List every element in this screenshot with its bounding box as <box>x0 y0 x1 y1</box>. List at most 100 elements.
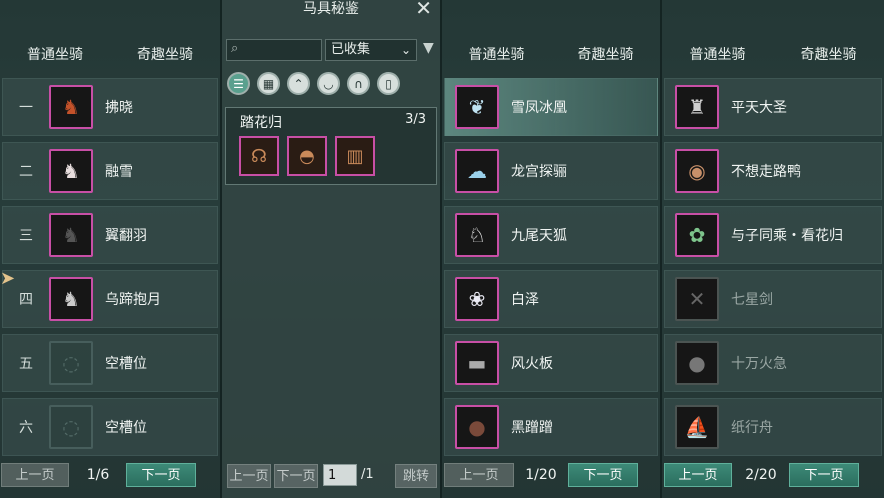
mount-name: 九尾天狐 <box>511 228 567 244</box>
leg-icon[interactable]: ▯ <box>377 72 400 95</box>
saddle-item-icon[interactable]: ◓ <box>287 136 327 176</box>
horse-black-icon: ♞ <box>49 213 93 257</box>
filter-value: 已收集 <box>331 42 371 57</box>
right2-tabs: 普通坐骑 奇趣坐骑 <box>662 38 884 72</box>
mount-name: 乌蹄抱月 <box>105 292 161 308</box>
gear-set-card[interactable]: 踏花归 3/3 ☊ ◓ ▥ <box>225 107 437 185</box>
search-input[interactable] <box>226 39 322 61</box>
collected-filter-select[interactable]: 已收集 ⌄ <box>325 39 417 61</box>
mount-row[interactable]: ✿ 与子同乘・看花归 <box>664 206 882 264</box>
slot-number: 一 <box>19 100 33 116</box>
filter-icon[interactable]: ▼ <box>423 40 434 56</box>
tab-fun-mounts[interactable]: 奇趣坐骑 <box>110 38 220 72</box>
left-mount-panel: 普通坐骑 奇趣坐骑 一 ♞ 拂晓二 ♞ 融雪三 ♞ 翼翻羽四 ♞ 乌蹄抱月五 ◌ 空槽位六 ◌ 空槽位 … <box>0 0 220 498</box>
mount-row[interactable]: 二 ♞ 融雪 <box>2 142 218 200</box>
slot-number: 二 <box>19 164 33 180</box>
mid-next-page-button[interactable]: 下一页 <box>274 464 318 488</box>
mount-row[interactable]: ✕ 七星剑 <box>664 270 882 328</box>
mount-row[interactable]: ◉ 不想走路鸭 <box>664 142 882 200</box>
mount-row[interactable]: ▬ 风火板 <box>444 334 658 392</box>
mount-row[interactable]: 六 ◌ 空槽位 <box>2 398 218 456</box>
mount-panel-page-1: 普通坐骑 奇趣坐骑 ❦ 雪凤冰凰 ☁ 龙宫探骊 ♘ 九尾天狐 ❀ 白泽 ▬ 风火板 ● 黑蹭蹭 上一页… <box>442 0 660 498</box>
mount-name: 黑蹭蹭 <box>511 420 553 436</box>
r1-next-page-button[interactable]: 下一页 <box>568 463 638 487</box>
mount-row[interactable]: ❦ 雪凤冰凰 <box>444 78 658 136</box>
mount-name: 翼翻羽 <box>105 228 147 244</box>
tab-normal-mounts[interactable]: 普通坐骑 <box>662 38 773 72</box>
mount-row[interactable]: ⛵ 纸行舟 <box>664 398 882 456</box>
stirrup-icon[interactable]: ∩ <box>347 72 370 95</box>
tab-fun-mounts[interactable]: 奇趣坐骑 <box>773 38 884 72</box>
search-icon: ⌕ <box>231 41 239 56</box>
slot-number: 六 <box>19 420 33 436</box>
leg-armor-icon[interactable]: ▥ <box>335 136 375 176</box>
tab-normal-mounts[interactable]: 普通坐骑 <box>0 38 110 72</box>
r2-prev-page-button[interactable]: 上一页 <box>664 463 732 487</box>
bridle-icon[interactable]: ☊ <box>239 136 279 176</box>
right1-tabs: 普通坐骑 奇趣坐骑 <box>442 38 660 72</box>
left-page-info: 1/6 <box>86 467 110 483</box>
mount-name: 雪凤冰凰 <box>511 100 567 116</box>
mount-row[interactable]: ❀ 白泽 <box>444 270 658 328</box>
tab-normal-mounts[interactable]: 普通坐骑 <box>442 38 551 72</box>
slot-number: 三 <box>19 228 33 244</box>
empty-slot-icon: ◌ <box>49 341 93 385</box>
mid-prev-page-button[interactable]: 上一页 <box>227 464 271 488</box>
page-total: /1 <box>361 467 374 482</box>
empty-slot-icon: ◌ <box>49 405 93 449</box>
grid-icon[interactable]: ▦ <box>257 72 280 95</box>
mount-name: 拂晓 <box>105 100 133 116</box>
mount-row[interactable]: ♘ 九尾天狐 <box>444 206 658 264</box>
dragon-cloud-icon: ☁ <box>455 149 499 193</box>
r1-page-info: 1/20 <box>525 467 557 483</box>
white-fox-icon: ♘ <box>455 213 499 257</box>
baize-beast-icon: ❀ <box>455 277 499 321</box>
left-tabs: 普通坐骑 奇趣坐骑 <box>0 38 220 72</box>
mount-row[interactable]: ♜ 平天大圣 <box>664 78 882 136</box>
mount-name: 龙宫探骊 <box>511 164 567 180</box>
mount-name: 纸行舟 <box>731 420 773 436</box>
mount-row[interactable]: ● 黑蹭蹭 <box>444 398 658 456</box>
chevron-down-icon: ⌄ <box>400 43 411 57</box>
bomb-icon: ● <box>675 341 719 385</box>
mount-panel-page-2: 普通坐骑 奇趣坐骑 ♜ 平天大圣 ◉ 不想走路鸭 ✿ 与子同乘・看花归 ✕ 七星剑 ● 十万火急 ⛵… <box>662 0 884 498</box>
head-icon[interactable]: ⌃ <box>287 72 310 95</box>
left-next-page-button[interactable]: 下一页 <box>126 463 196 487</box>
flower-couple-icon: ✿ <box>675 213 719 257</box>
mount-row[interactable]: ☁ 龙宫探骊 <box>444 142 658 200</box>
page-number-input[interactable]: 1 <box>323 464 357 486</box>
r1-prev-page-button[interactable]: 上一页 <box>444 463 514 487</box>
horse-grey-icon: ♞ <box>49 277 93 321</box>
mount-row[interactable]: 一 ♞ 拂晓 <box>2 78 218 136</box>
set-items: ☊ ◓ ▥ <box>239 136 375 176</box>
mount-row[interactable]: 四 ♞ 乌蹄抱月 <box>2 270 218 328</box>
mount-name: 平天大圣 <box>731 100 787 116</box>
basket-duck-icon: ◉ <box>675 149 719 193</box>
cursor-arrow-icon: ➤ <box>0 268 16 289</box>
sword-icon: ✕ <box>675 277 719 321</box>
mount-row[interactable]: ● 十万火急 <box>664 334 882 392</box>
mount-name: 风火板 <box>511 356 553 372</box>
saddle-icon[interactable]: ◡ <box>317 72 340 95</box>
mount-name: 融雪 <box>105 164 133 180</box>
skateboard-icon: ▬ <box>455 341 499 385</box>
jump-button[interactable]: 跳转 <box>395 464 437 488</box>
mount-name: 与子同乘・看花归 <box>731 228 843 244</box>
tab-fun-mounts[interactable]: 奇趣坐骑 <box>551 38 660 72</box>
paper-boat-icon: ⛵ <box>675 405 719 449</box>
slot-number: 四 <box>19 292 33 308</box>
panel-title: 马具秘鉴 <box>303 1 359 17</box>
ice-phoenix-icon: ❦ <box>455 85 499 129</box>
mount-row[interactable]: 三 ♞ 翼翻羽 <box>2 206 218 264</box>
r2-next-page-button[interactable]: 下一页 <box>789 463 859 487</box>
mount-row[interactable]: 五 ◌ 空槽位 <box>2 334 218 392</box>
black-pot-icon: ● <box>455 405 499 449</box>
left-prev-page-button[interactable]: 上一页 <box>1 463 69 487</box>
set-name: 踏花归 <box>240 115 282 131</box>
mount-name: 白泽 <box>511 292 539 308</box>
list-icon[interactable]: ☰ <box>227 72 250 95</box>
mount-name: 不想走路鸭 <box>731 164 801 180</box>
close-icon[interactable]: ✕ <box>415 0 432 20</box>
mount-name: 十万火急 <box>731 356 787 372</box>
r2-page-info: 2/20 <box>745 467 777 483</box>
